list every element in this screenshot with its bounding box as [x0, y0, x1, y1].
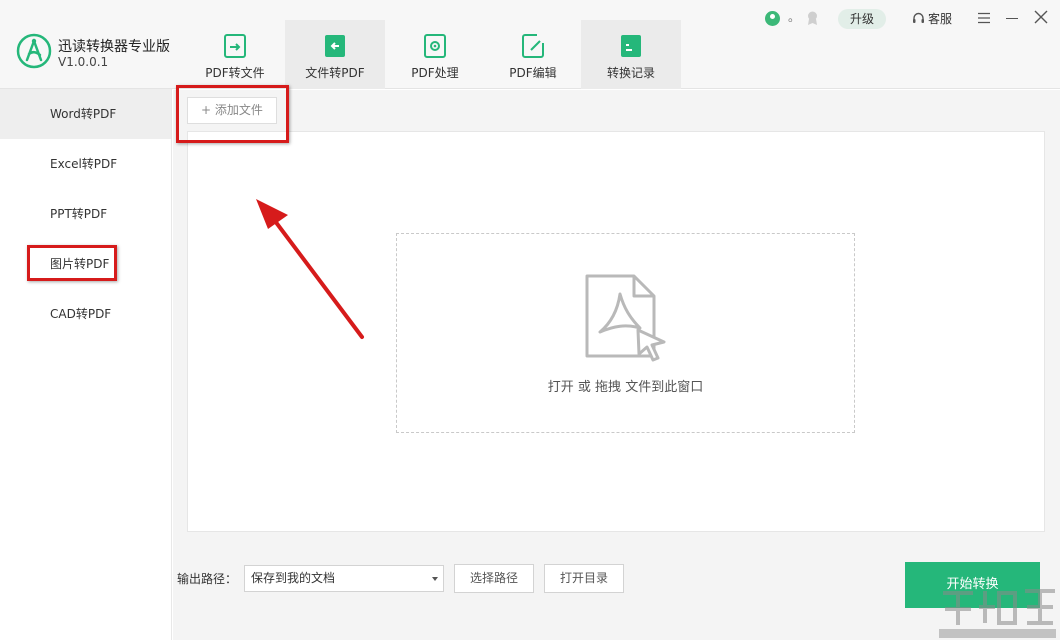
- tab-pdf-process[interactable]: PDF处理: [385, 20, 485, 89]
- sidebar-item-ppt-to-pdf[interactable]: PPT转PDF: [0, 189, 171, 239]
- watermark-logo-icon: [939, 589, 1056, 638]
- output-path-select[interactable]: 保存到我的文档: [244, 565, 444, 592]
- tab-pdf-edit[interactable]: PDF编辑: [483, 20, 583, 89]
- annotation-arrow-icon: [256, 199, 364, 339]
- output-path-value: 保存到我的文档: [251, 571, 336, 585]
- drop-hint: 打开 或 拖拽 文件到此窗口: [547, 380, 704, 395]
- pdf-process-icon: [424, 34, 446, 58]
- vip-icon[interactable]: [805, 10, 820, 26]
- tab-file-to-pdf[interactable]: 文件转PDF: [285, 20, 385, 89]
- sidebar-item-label: Excel转PDF: [50, 157, 118, 171]
- app-version: V1.0.0.1: [58, 55, 109, 69]
- upgrade-button[interactable]: 升级: [838, 9, 886, 29]
- annotation-highlight-image-to-pdf: [27, 245, 117, 281]
- tab-label: 文件转PDF: [305, 66, 365, 80]
- tab-pdf-to-file[interactable]: PDF转文件: [185, 20, 285, 89]
- history-icon: [620, 34, 642, 58]
- user-avatar-icon[interactable]: [765, 11, 780, 26]
- sidebar-item-excel-to-pdf[interactable]: Excel转PDF: [0, 139, 171, 189]
- choose-path-button[interactable]: 选择路径: [454, 564, 534, 593]
- menu-icon[interactable]: [978, 12, 990, 24]
- app-logo-icon: [16, 33, 52, 69]
- tab-label: 转换记录: [606, 66, 655, 80]
- file-to-pdf-icon: [324, 34, 346, 58]
- chevron-down-icon: [432, 577, 438, 581]
- output-path-label: 输出路径：: [177, 572, 238, 586]
- sidebar-item-label: PPT转PDF: [50, 207, 108, 221]
- close-icon[interactable]: [1034, 10, 1048, 24]
- app-title: 迅读转换器专业版: [58, 39, 170, 55]
- tab-label: PDF处理: [411, 66, 459, 80]
- sidebar-item-label: CAD转PDF: [50, 307, 112, 321]
- pdf-file-cursor-icon: [585, 274, 666, 362]
- sidebar-item-label: Word转PDF: [50, 107, 117, 121]
- pdf-edit-icon: [522, 34, 544, 58]
- pdf-export-icon: [224, 34, 246, 58]
- sidebar-item-cad-to-pdf[interactable]: CAD转PDF: [0, 289, 171, 339]
- tab-history[interactable]: 转换记录: [581, 20, 681, 89]
- sidebar-item-word-to-pdf[interactable]: Word转PDF: [0, 89, 171, 139]
- tab-label: PDF转文件: [205, 66, 265, 80]
- tab-label: PDF编辑: [509, 66, 557, 80]
- user-name: 。: [788, 10, 801, 24]
- minimize-icon[interactable]: [1006, 18, 1018, 19]
- service-label[interactable]: 客服: [928, 10, 952, 27]
- app-header: 迅读转换器专业版 V1.0.0.1 PDF转文件 文件转PDF PDF处理 PD…: [0, 0, 1060, 89]
- annotation-highlight-add-file: [176, 85, 289, 143]
- headset-icon[interactable]: [912, 12, 925, 25]
- open-directory-button[interactable]: 打开目录: [544, 564, 624, 593]
- sidebar: Word转PDF Excel转PDF PPT转PDF 图片转PDF CAD转PD…: [0, 89, 172, 640]
